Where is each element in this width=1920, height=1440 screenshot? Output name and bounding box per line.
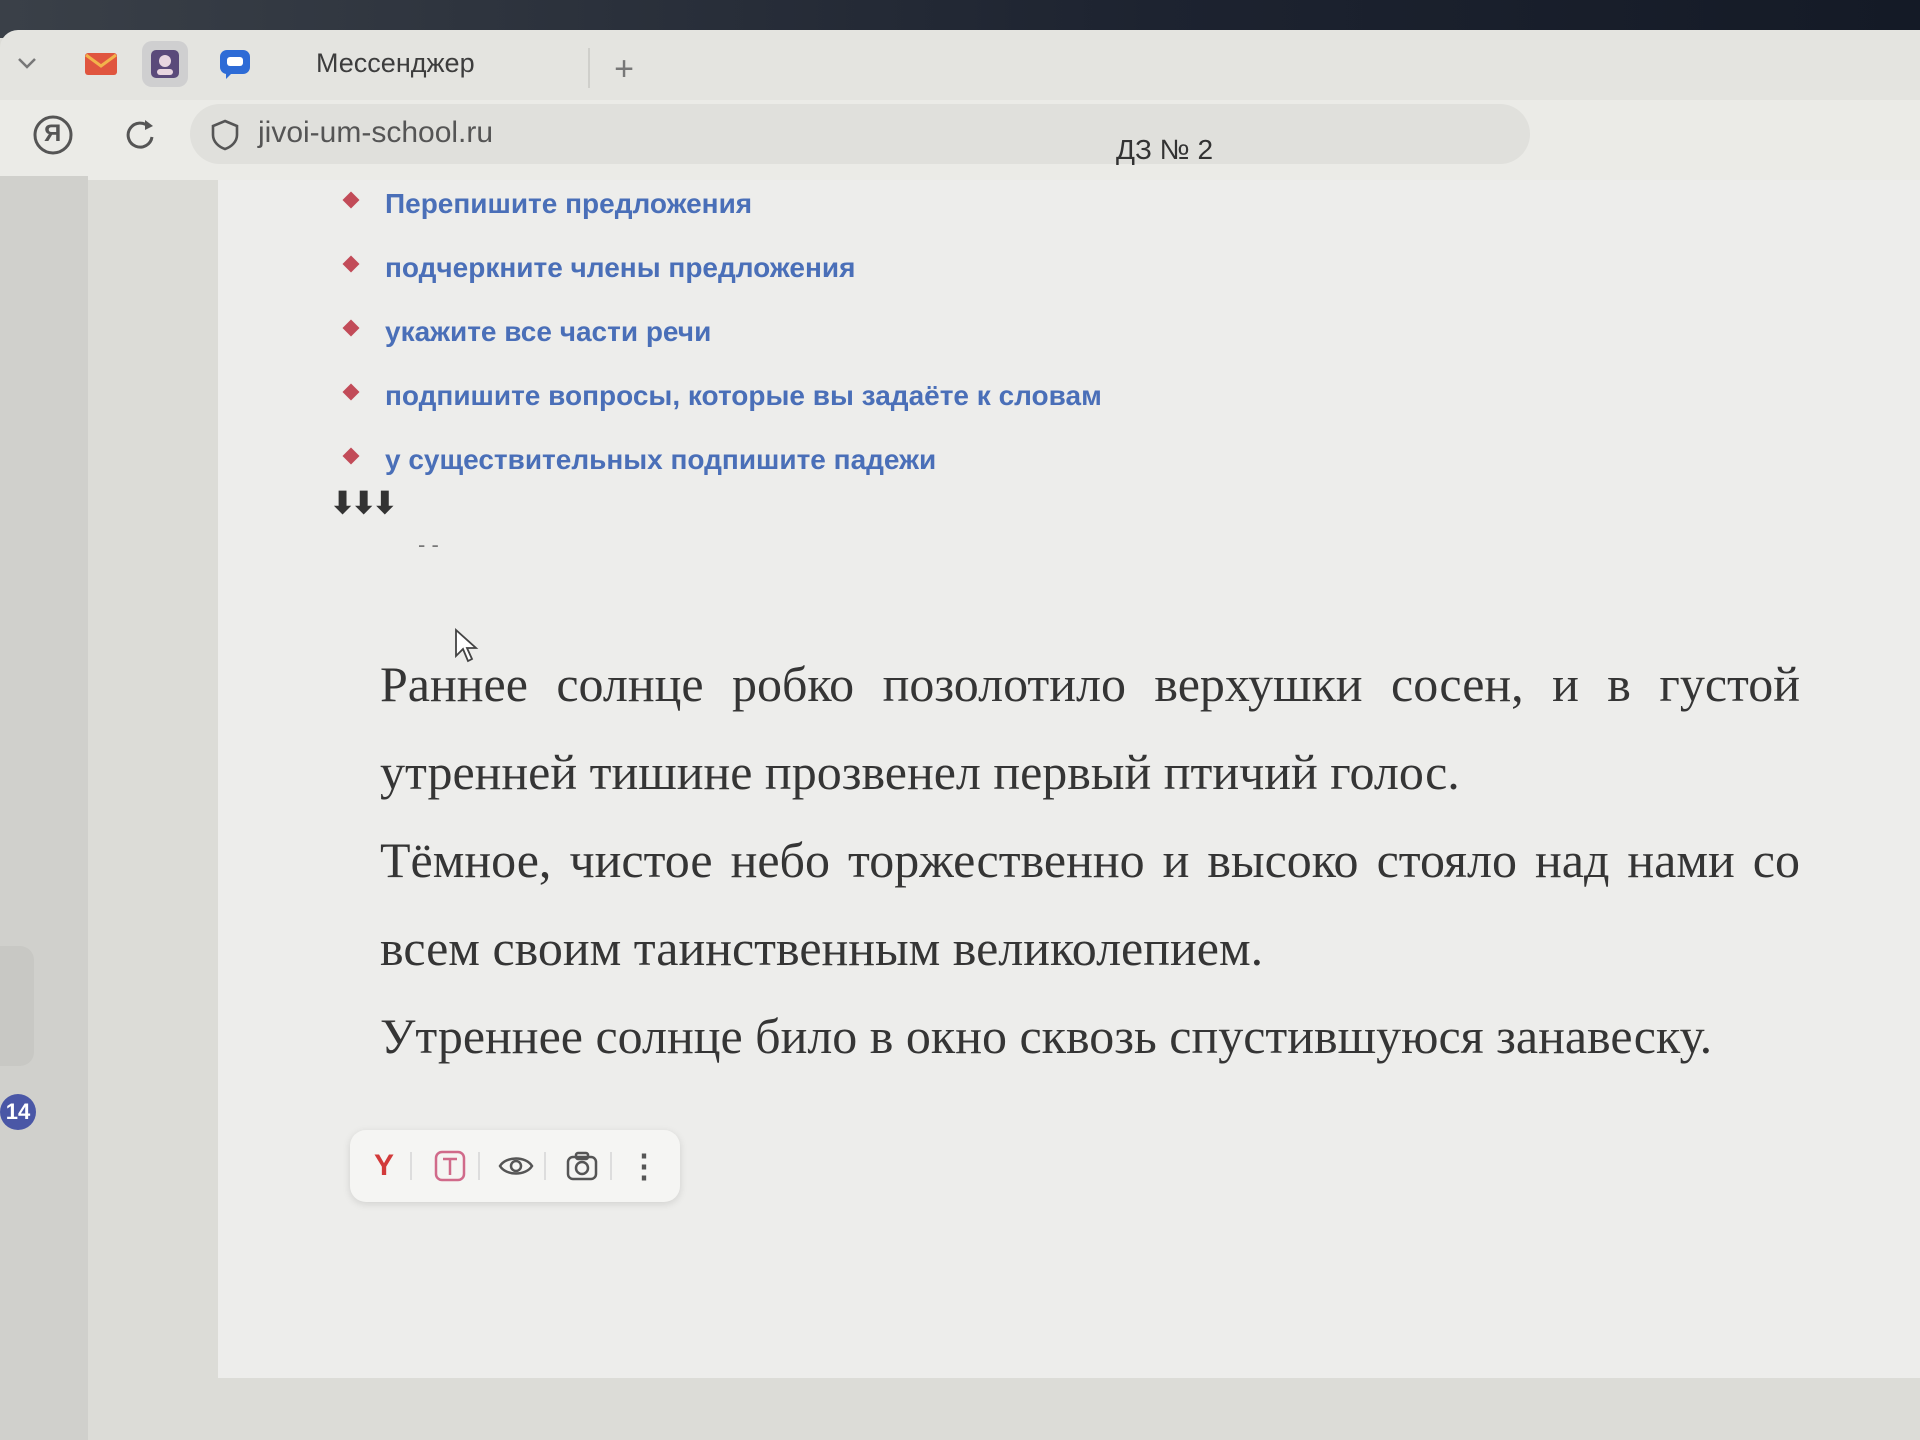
list-item: подпишите вопросы, которые вы задаёте к … [342, 378, 1102, 442]
toolbar-divider [544, 1152, 546, 1180]
dashes: - - [418, 532, 439, 557]
instruction-text: Перепишите предложения [385, 188, 753, 219]
toolbar-divider [610, 1152, 612, 1180]
eye-icon[interactable] [496, 1146, 536, 1186]
instruction-text: у существительных подпишите падежи [385, 444, 937, 475]
toolbar-divider [410, 1152, 412, 1180]
exercise-text: Раннее солнце робко позолотило верхушки … [380, 640, 1800, 1080]
tab-bar [0, 30, 1920, 106]
chevron-down-icon[interactable] [14, 50, 40, 76]
tab-title[interactable]: Мессенджер [316, 48, 475, 79]
left-sidebar [0, 176, 88, 1440]
reload-icon[interactable] [115, 110, 165, 160]
list-item: Перепишите предложения [342, 186, 1102, 250]
bullet-icon [342, 319, 360, 337]
list-item: подчеркните члены предложения [342, 250, 1102, 314]
translate-icon[interactable] [430, 1146, 470, 1186]
sidebar-panel[interactable] [0, 946, 34, 1066]
yandex-button-label: Я [44, 120, 62, 147]
yandex-icon[interactable]: Я [28, 110, 78, 160]
screenshot-icon[interactable] [562, 1146, 602, 1186]
instruction-text: подчеркните члены предложения [385, 252, 856, 283]
bullet-icon [342, 383, 360, 401]
mail-icon[interactable] [78, 41, 124, 87]
new-tab-button[interactable]: + [602, 48, 646, 92]
bullet-icon [342, 447, 360, 465]
more-label: ⋮ [628, 1148, 660, 1184]
instruction-text: подпишите вопросы, которые вы задаёте к … [385, 380, 1102, 411]
exercise-sentence: Утреннее солнце било в окно сквозь спуст… [380, 1008, 1713, 1064]
selection-toolbar: Y ⋮ [350, 1130, 680, 1202]
address-url[interactable]: jivoi-um-school.ru [258, 116, 493, 150]
exercise-sentence: Тёмное, чистое небо торжественно и высок… [380, 832, 1800, 976]
list-item: у существительных подпишите падежи [342, 442, 1102, 506]
shield-icon[interactable] [208, 118, 242, 152]
notification-badge[interactable]: 14 [0, 1094, 36, 1130]
toolbar-divider [478, 1152, 480, 1180]
messenger-icon[interactable] [212, 41, 258, 87]
down-arrows: ⬇⬇⬇ [330, 487, 397, 520]
bullet-icon [342, 191, 360, 209]
instruction-list: Перепишите предложения подчеркните члены… [342, 186, 1102, 506]
yandex-label: Y [373, 1149, 394, 1182]
list-item: укажите все части речи [342, 314, 1102, 378]
exercise-sentence: Раннее солнце робко позолотило верхушки … [380, 656, 1800, 800]
yandex-icon[interactable]: Y [364, 1146, 404, 1186]
more-icon[interactable]: ⋮ [624, 1146, 664, 1186]
profile-icon[interactable] [142, 41, 188, 87]
instruction-text: укажите все части речи [385, 316, 712, 347]
document-title: ДЗ № 2 [1116, 134, 1214, 165]
bullet-icon [342, 255, 360, 273]
tab-divider [588, 48, 590, 88]
